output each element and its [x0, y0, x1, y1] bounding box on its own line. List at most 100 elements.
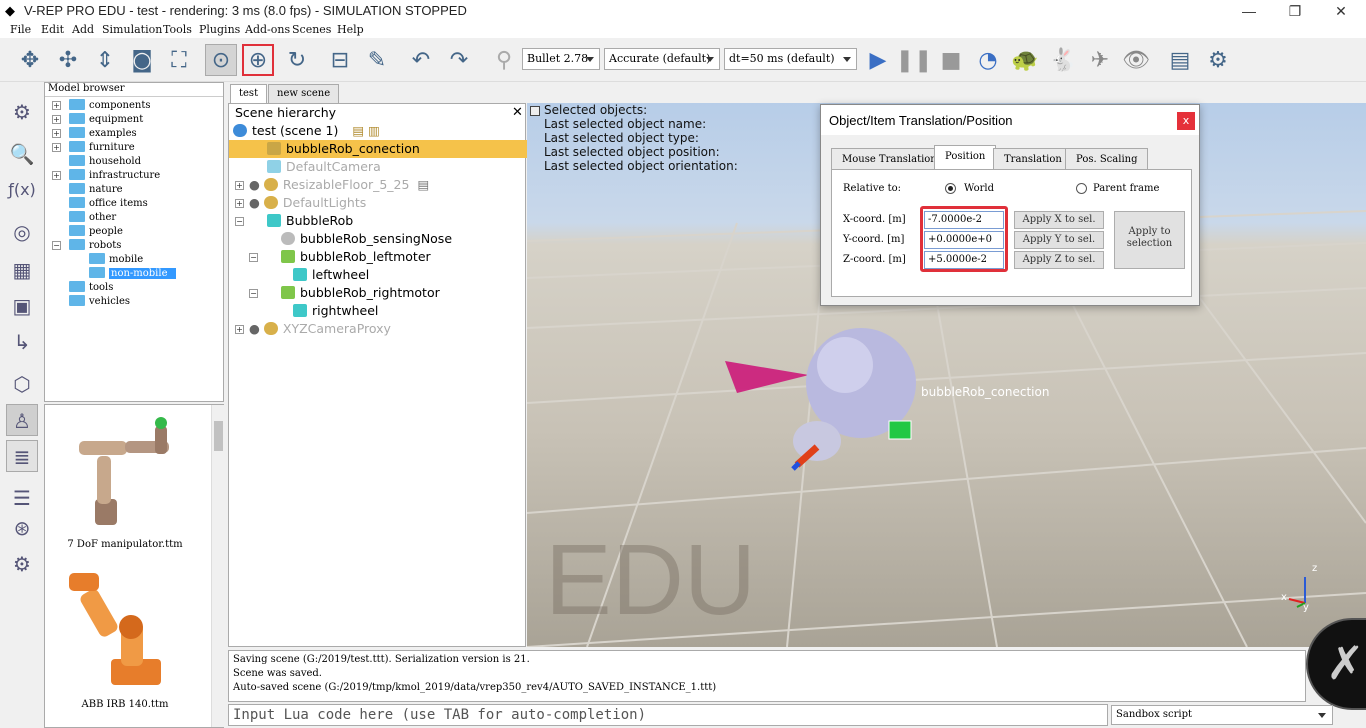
hierarchy-row[interactable]: leftwheel	[293, 266, 369, 284]
scrollbar-thumb[interactable]	[214, 421, 223, 451]
tree-item[interactable]: examples	[69, 127, 137, 139]
scripts-icon[interactable]: ▦	[6, 254, 38, 286]
visualization-icon[interactable]: 👁	[1120, 44, 1152, 76]
y-coord-field[interactable]: +0.0000e+0	[924, 231, 1004, 249]
hierarchy-row[interactable]: ● ResizableFloor_5_25 ▤	[249, 176, 429, 194]
expand-icon[interactable]: +	[52, 143, 61, 152]
tree-item-selected[interactable]: non-mobile	[89, 267, 176, 279]
tree-item[interactable]: furniture	[69, 141, 135, 153]
parent-frame-radio[interactable]	[1076, 183, 1087, 194]
hierarchy-row[interactable]: bubbleRob_sensingNose	[281, 230, 452, 248]
tab-mouse-translation[interactable]: Mouse Translation	[831, 148, 948, 170]
menu-add[interactable]: Add	[72, 23, 94, 36]
info-toggle[interactable]	[530, 106, 540, 116]
object-shift-icon[interactable]: ⊕	[242, 44, 274, 76]
apply-to-selection-button[interactable]: Apply to selection	[1114, 211, 1185, 269]
thumbnail-scrollbar[interactable]	[211, 405, 224, 727]
world-radio[interactable]	[945, 183, 956, 194]
scene-pages-icon[interactable]: ▤	[1164, 44, 1196, 76]
manipulator-thumbnail[interactable]	[65, 411, 185, 531]
menu-scenes[interactable]: Scenes	[292, 23, 331, 36]
hierarchy-row[interactable]: BubbleRob	[267, 212, 353, 230]
minimize-button[interactable]: —	[1226, 0, 1272, 22]
hierarchy-row[interactable]: rightwheel	[293, 302, 378, 320]
physics-engine-select[interactable]: Bullet 2.78	[522, 48, 600, 70]
menu-tools[interactable]: Tools	[163, 23, 192, 36]
hierarchy-row-selected[interactable]: bubbleRob_conection	[229, 140, 527, 158]
menu-simulation[interactable]: Simulation	[102, 23, 162, 36]
model-browser-toggle-icon[interactable]: ♙	[6, 404, 38, 436]
tree-item[interactable]: people	[69, 225, 123, 237]
collapse-icon[interactable]: −	[52, 241, 61, 250]
click-select-icon[interactable]: ⊙	[205, 44, 237, 76]
redo-icon[interactable]: ↷	[443, 44, 475, 76]
camera-pan-icon[interactable]: ✥	[14, 44, 46, 76]
tree-item[interactable]: components	[69, 99, 150, 111]
undo-icon[interactable]: ↶	[405, 44, 437, 76]
tree-item[interactable]: mobile	[89, 253, 143, 265]
selection-icon[interactable]: ⬡	[6, 368, 38, 400]
video-recorder-icon[interactable]: ⊛	[6, 512, 38, 544]
accuracy-select[interactable]: Accurate (default)	[604, 48, 720, 70]
path-edit-icon[interactable]: ↳	[6, 326, 38, 358]
timestep-select[interactable]: dt=50 ms (default)	[724, 48, 857, 70]
menu-plugins[interactable]: Plugins	[199, 23, 240, 36]
user-settings-icon[interactable]: ⚙	[6, 548, 38, 580]
tree-item[interactable]: household	[69, 155, 141, 167]
hierarchy-row-scene[interactable]: test (scene 1) ▤ ▥	[233, 122, 380, 140]
pause-icon[interactable]: ❚❚	[896, 44, 933, 76]
tree-item[interactable]: office items	[69, 197, 148, 209]
hierarchy-row[interactable]: bubbleRob_rightmotor	[281, 284, 440, 302]
faster-icon[interactable]: 🐇	[1047, 44, 1079, 76]
tab-translation[interactable]: Translation	[993, 148, 1073, 170]
dialog-close-button[interactable]: x	[1177, 112, 1195, 130]
x-coord-field[interactable]: -7.0000e-2	[924, 211, 1004, 229]
menu-help[interactable]: Help	[337, 23, 364, 36]
transfer-dna-icon[interactable]: ✎	[361, 44, 393, 76]
play-icon[interactable]: ▶	[862, 44, 894, 76]
apply-y-button[interactable]: Apply Y to sel.	[1014, 231, 1104, 249]
expand-icon[interactable]: +	[235, 199, 244, 208]
dynamics-icon[interactable]: ⚲	[488, 44, 520, 76]
z-coord-field[interactable]: +5.0000e-2	[924, 251, 1004, 269]
abb-robot-thumbnail[interactable]	[59, 567, 189, 695]
menu-edit[interactable]: Edit	[41, 23, 64, 36]
apply-z-button[interactable]: Apply Z to sel.	[1014, 251, 1104, 269]
expand-icon[interactable]: +	[52, 129, 61, 138]
fit-to-view-icon[interactable]: ⛶	[163, 44, 195, 76]
tree-item[interactable]: infrastructure	[69, 169, 160, 181]
tab-new-scene[interactable]: new scene	[268, 84, 340, 103]
expand-icon[interactable]: +	[52, 171, 61, 180]
slower-icon[interactable]: 🐢	[1009, 44, 1041, 76]
hierarchy-row[interactable]: DefaultCamera	[267, 158, 381, 176]
tree-item[interactable]: equipment	[69, 113, 143, 125]
tree-item[interactable]: vehicles	[69, 295, 130, 307]
expand-icon[interactable]: +	[52, 101, 61, 110]
restore-button[interactable]: ❐	[1272, 0, 1318, 22]
close-button[interactable]: ✕	[1318, 0, 1364, 22]
realtime-icon[interactable]: ◔	[972, 44, 1004, 76]
tree-item[interactable]: nature	[69, 183, 123, 195]
menu-file[interactable]: File	[10, 23, 31, 36]
hierarchy-row[interactable]: bubbleRob_leftmoter	[281, 248, 431, 266]
tree-item[interactable]: tools	[69, 281, 113, 293]
hierarchy-row[interactable]: ● DefaultLights	[249, 194, 366, 212]
apply-x-button[interactable]: Apply X to sel.	[1014, 211, 1104, 229]
threaded-rendering-icon[interactable]: ✈	[1084, 44, 1116, 76]
hierarchy-row[interactable]: ● XYZCameraProxy	[249, 320, 391, 338]
simulation-settings-icon[interactable]: ⚙	[6, 96, 38, 128]
calculation-modules-icon[interactable]: 🔍	[6, 138, 38, 170]
camera-rotate-icon[interactable]: ✣	[52, 44, 84, 76]
layers-stack-icon[interactable]: ☰	[6, 482, 38, 514]
expand-icon[interactable]: +	[235, 325, 244, 334]
expand-icon[interactable]: +	[52, 115, 61, 124]
collections-icon[interactable]: ◎	[6, 216, 38, 248]
camera-shift-icon[interactable]: ⇕	[89, 44, 121, 76]
menu-addons[interactable]: Add-ons	[245, 23, 290, 36]
lua-command-input[interactable]: Input Lua code here (use TAB for auto-co…	[228, 704, 1108, 726]
tree-item[interactable]: other	[69, 211, 116, 223]
collapse-icon[interactable]: −	[249, 289, 258, 298]
object-rotate-icon[interactable]: ↻	[281, 44, 313, 76]
shape-edit-icon[interactable]: ▣	[6, 290, 38, 322]
camera-angle-icon[interactable]: ◙	[126, 44, 158, 76]
